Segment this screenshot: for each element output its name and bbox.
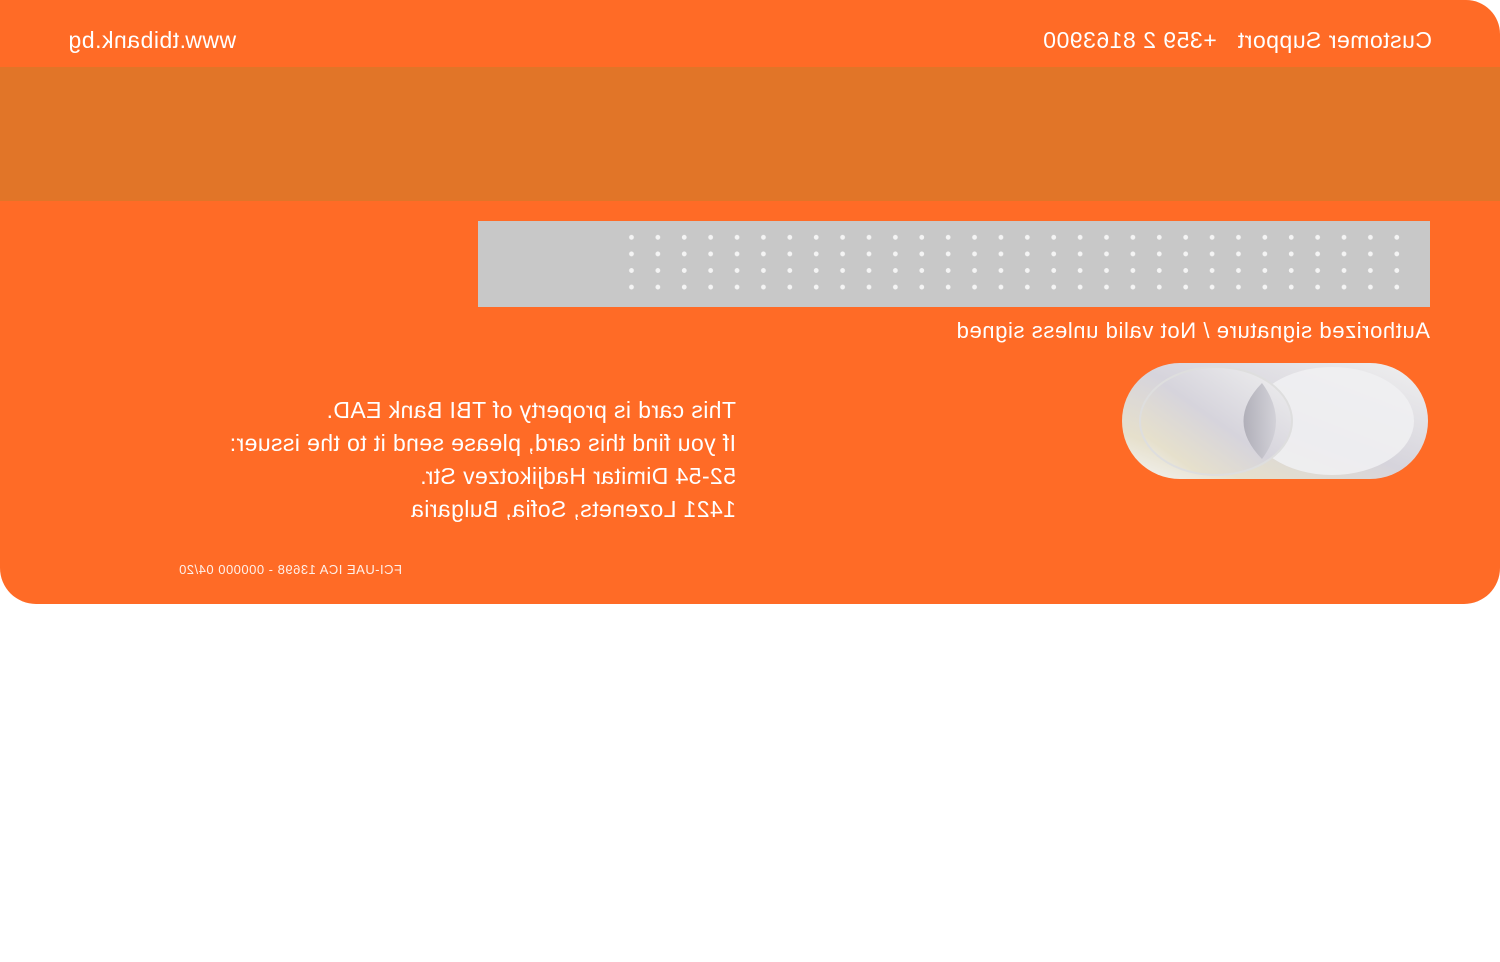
hologram-logo-icon — [1120, 361, 1430, 481]
address-line: 1421 Lozenets, Sofia, Bulgaria — [410, 496, 736, 522]
support-label: Customer Support — [1237, 27, 1432, 53]
address-line: If you find this card, please send it to… — [229, 430, 736, 456]
signature-pattern — [628, 229, 1410, 301]
signature-caption: Authorized signature / Not valid unless … — [956, 318, 1430, 343]
issuer-address: This card is property of TBI Bank EAD. I… — [56, 394, 736, 526]
address-line: This card is property of TBI Bank EAD. — [326, 397, 736, 423]
address-line: 52-54 Dimitar Hadjikotzev Str. — [419, 463, 736, 489]
signature-panel — [478, 221, 1430, 307]
support-phone: +359 2 8163900 — [1042, 27, 1217, 53]
website-link[interactable]: www.tbibank.bg — [68, 27, 236, 53]
support-line: Customer Support +359 2 8163900 — [1043, 27, 1432, 53]
legal-code: FCI-UAE ICA 13698 - 000000 04/20 — [178, 562, 402, 577]
card-back-content: Customer Support +359 2 8163900 www.tbib… — [0, 0, 1500, 604]
card-back: Customer Support +359 2 8163900 www.tbib… — [0, 0, 1500, 604]
magnetic-stripe — [0, 67, 1500, 201]
